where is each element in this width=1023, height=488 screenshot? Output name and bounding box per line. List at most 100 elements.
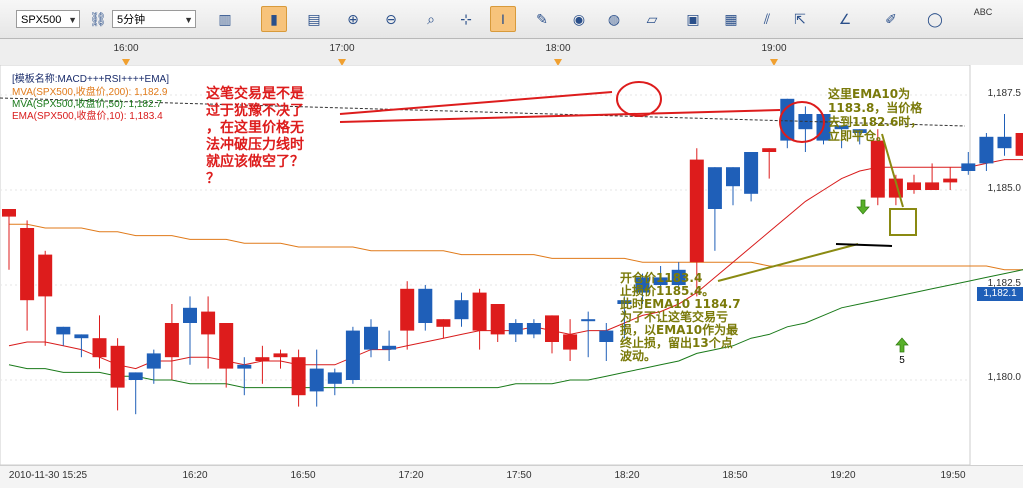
picture-icon[interactable]: ▣: [680, 6, 706, 32]
candle-body: [219, 323, 234, 369]
candle-body: [490, 304, 505, 335]
symbol-value: SPX500: [21, 14, 62, 26]
annotation-line: ，在这里价格无: [206, 120, 304, 136]
candle-body: [183, 307, 197, 323]
annotation-line: 这里EMA10为: [828, 87, 911, 101]
period-select[interactable]: 5分钟 ▼: [112, 10, 196, 28]
annotation-line: 过于犹豫不决了: [206, 103, 304, 119]
candle-body: [997, 136, 1012, 149]
candle-body: [943, 178, 958, 183]
time-tick: 19:50: [940, 470, 966, 481]
candle-body: [364, 326, 378, 350]
candle-body: [92, 338, 107, 358]
heikin-icon[interactable]: ▤: [301, 6, 327, 32]
candle-body: [201, 311, 216, 335]
annotation-line: 这笔交易是不是: [206, 86, 304, 102]
candle-body: [925, 182, 940, 190]
export-icon[interactable]: ⇱: [787, 6, 813, 32]
candle-body: [418, 288, 433, 323]
time-tick: 19:20: [830, 470, 856, 481]
period-value: 5分钟: [117, 14, 146, 26]
candle-body: [309, 368, 324, 392]
candle-body: [345, 330, 360, 380]
pencil-icon[interactable]: ✎: [529, 6, 555, 32]
time-axis-bottom: 2010-11-30 15:25 16:20 16:50 17:20 17:50…: [0, 465, 1023, 488]
annotation-line: 波动。: [620, 349, 657, 363]
candle-body: [38, 254, 53, 297]
annotation-line: 立即平仓。: [828, 129, 889, 143]
crosshair-icon[interactable]: ⊹: [453, 6, 479, 32]
candle-body: [563, 334, 578, 350]
price-tick: 1,185.0: [987, 183, 1021, 194]
candle-body: [707, 167, 722, 209]
candle-body: [327, 372, 342, 384]
olive-annotation-right: 这里EMA10为 1183.8，当价格 去到1182.6时， 立即平仓。: [828, 87, 922, 143]
arrow-count-label: 5: [899, 355, 905, 366]
candle-body: [508, 323, 523, 335]
candle-body: [74, 334, 89, 339]
candle-body: [436, 319, 451, 327]
time-tick: 19:00: [761, 43, 787, 54]
candle-body: [545, 315, 559, 342]
symbol-select[interactable]: SPX500 ▼: [16, 10, 80, 28]
text-tool-label: ABC: [973, 7, 993, 17]
time-tick: 18:00: [545, 43, 571, 54]
annotation-line: 就应该做空了？: [206, 154, 304, 170]
candle-body: [961, 163, 976, 171]
candle-body: [237, 364, 252, 369]
last-price-badge: 1,182.1: [977, 287, 1023, 301]
zoom-fit-icon[interactable]: ⌕: [418, 6, 444, 32]
zoom-out-icon[interactable]: ⊖: [378, 6, 404, 32]
candle-body: [400, 288, 415, 331]
time-tick: 18:20: [614, 470, 640, 481]
eye-icon[interactable]: ◉: [566, 6, 592, 32]
candle-body: [762, 148, 777, 152]
trendlines-icon[interactable]: ∠: [832, 6, 858, 32]
ruler-icon[interactable]: ▱: [639, 6, 665, 32]
draw-icon[interactable]: I: [490, 6, 516, 32]
chevron-down-icon: ▼: [184, 15, 193, 25]
candle-body: [599, 330, 614, 342]
annotation-line: ？: [206, 171, 220, 187]
candle-body: [726, 167, 740, 187]
red-annotation: 这笔交易是不是 过于犹豫不决了 ，在这里价格无 法冲破压力线时 就应该做空了？ …: [206, 86, 304, 188]
lines-icon[interactable]: ⫽: [754, 6, 780, 32]
candle-body: [744, 152, 759, 194]
annotation-line: 1183.8，当价格: [828, 101, 923, 115]
link-icon[interactable]: ⛓: [86, 6, 110, 32]
candle-body: [291, 357, 306, 396]
candle-body: [164, 323, 179, 358]
candle-body: [689, 159, 704, 263]
pen-icon[interactable]: ✐: [878, 6, 904, 32]
time-tick: 17:50: [506, 470, 532, 481]
olive-annotation-middle: 开仓价1183.4 止损价1185.4。 此时EMA10 1184.7 为了不让…: [620, 272, 741, 363]
candlestick-icon[interactable]: ▮: [261, 6, 287, 32]
time-tick: 17:20: [398, 470, 424, 481]
bar-chart-icon[interactable]: ▥: [212, 6, 238, 32]
candle-body: [454, 300, 469, 320]
toolbar: SPX500 ▼ ⛓ 5分钟 ▼ ▥ ▮ ▤ ⊕ ⊖ ⌕ ⊹ I ✎ ◉ ◍ ▱…: [0, 0, 1023, 39]
annotation-line: 法冲破压力线时: [206, 137, 304, 153]
candle-body: [56, 326, 71, 335]
candle-body: [273, 353, 288, 358]
candle-body: [255, 357, 270, 361]
time-tick: 2010-11-30 15:25: [8, 470, 88, 481]
time-tick: 18:50: [722, 470, 748, 481]
candle-body: [472, 292, 487, 331]
globe-icon[interactable]: ◍: [601, 6, 627, 32]
time-tick: 16:20: [182, 470, 208, 481]
chevron-down-icon: ▼: [68, 15, 77, 25]
ellipse-icon[interactable]: ◯: [922, 6, 948, 32]
indicator-ema10: EMA(SPX500,收盘价,10): 1,183.4: [12, 111, 163, 122]
time-axis-top: 16:00 17:00 18:00 19:00: [0, 39, 1023, 66]
candle-body: [907, 182, 921, 190]
text-icon[interactable]: ABC: [970, 6, 996, 32]
candle-body: [20, 228, 35, 301]
candle-body: [110, 345, 125, 388]
time-tick: 16:00: [113, 43, 139, 54]
candle-body: [1015, 133, 1023, 156]
zoom-in-icon[interactable]: ⊕: [340, 6, 366, 32]
chart-window-icon[interactable]: ▦: [718, 6, 744, 32]
price-tick: 1,187.5: [987, 88, 1021, 99]
candle-body: [581, 319, 596, 322]
